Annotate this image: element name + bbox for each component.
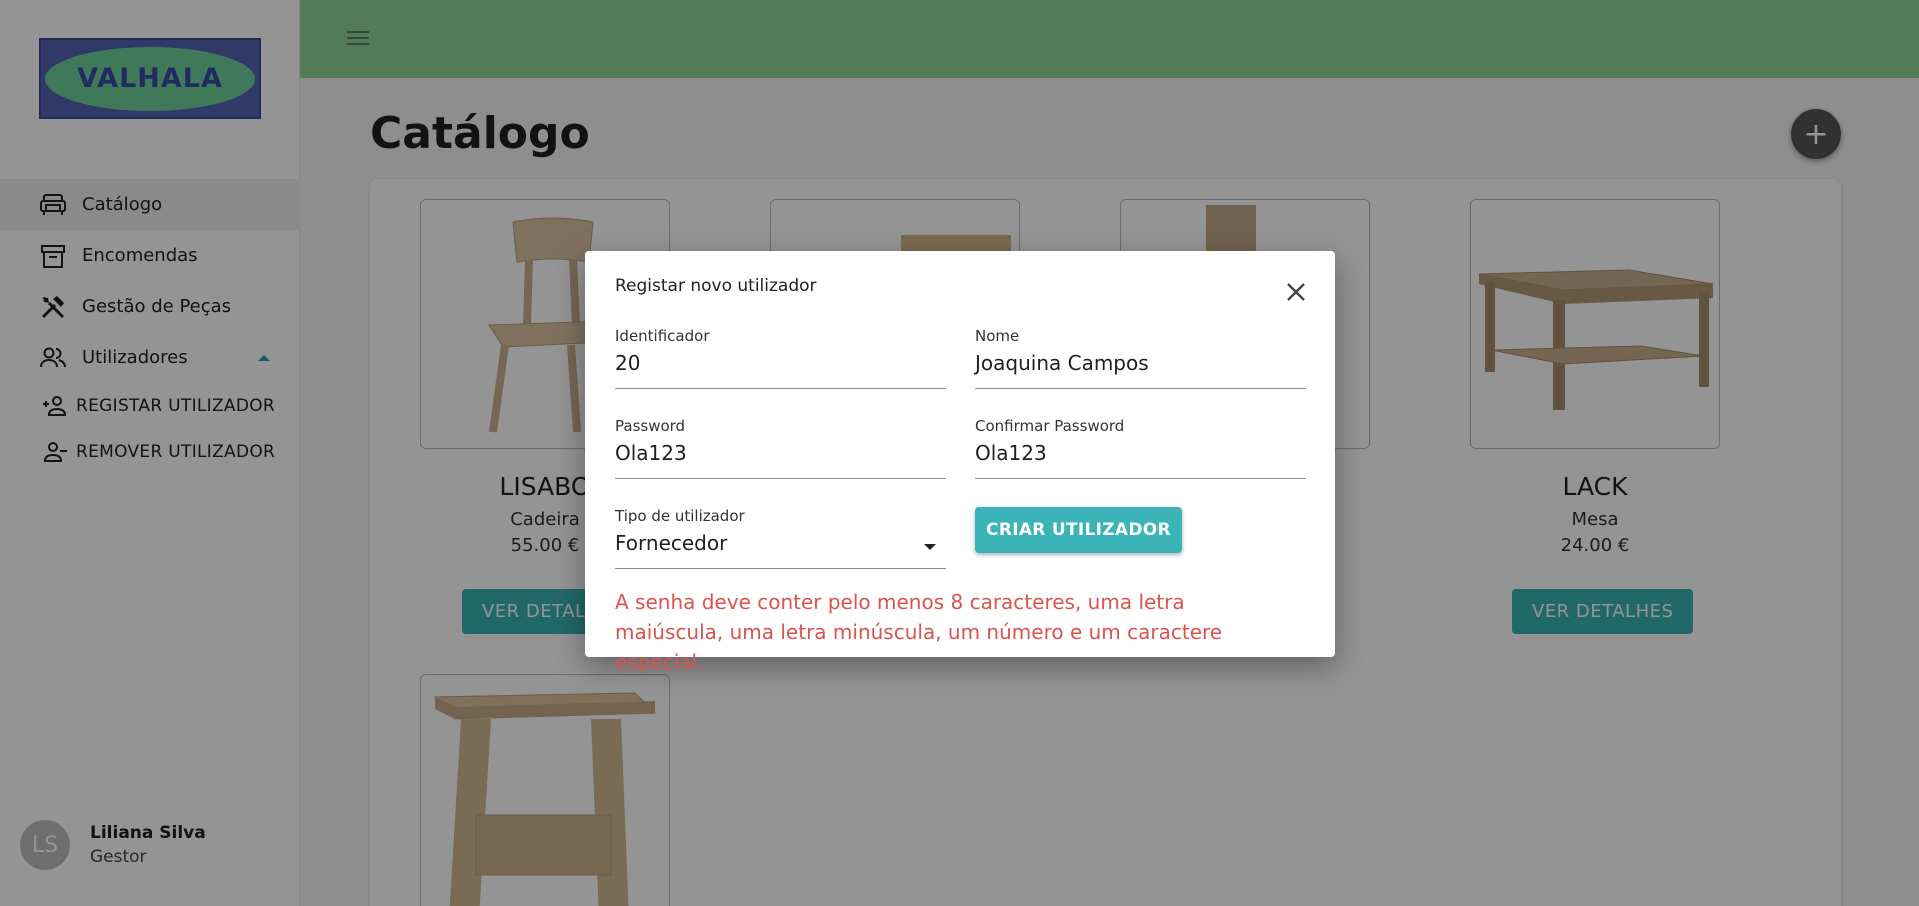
create-user-button[interactable]: CRIAR UTILIZADOR: [975, 507, 1182, 553]
user-type-label: Tipo de utilizador: [615, 507, 745, 525]
confirm-password-field[interactable]: Confirmar Password Ola123: [975, 417, 1306, 479]
user-type-value[interactable]: Fornecedor: [615, 531, 915, 555]
dialog-title: Registar novo utilizador: [615, 276, 817, 296]
password-value[interactable]: Ola123: [615, 441, 915, 465]
password-field[interactable]: Password Ola123: [615, 417, 946, 479]
password-label: Password: [615, 417, 686, 435]
nome-value[interactable]: Joaquina Campos: [975, 351, 1275, 375]
identificador-value[interactable]: 20: [615, 351, 915, 375]
identificador-field[interactable]: Identificador 20: [615, 327, 946, 389]
dropdown-arrow-icon[interactable]: [924, 544, 936, 550]
password-error-message: A senha deve conter pelo menos 8 caracte…: [615, 590, 1223, 674]
nome-label: Nome: [975, 327, 1020, 345]
user-type-select[interactable]: Tipo de utilizador Fornecedor: [615, 507, 946, 569]
register-user-dialog: Registar novo utilizador Identificador 2…: [585, 251, 1335, 674]
confirm-password-value[interactable]: Ola123: [975, 441, 1275, 465]
identificador-label: Identificador: [615, 327, 710, 345]
confirm-password-label: Confirmar Password: [975, 417, 1125, 435]
close-icon[interactable]: [1282, 278, 1310, 306]
nome-field[interactable]: Nome Joaquina Campos: [975, 327, 1306, 389]
